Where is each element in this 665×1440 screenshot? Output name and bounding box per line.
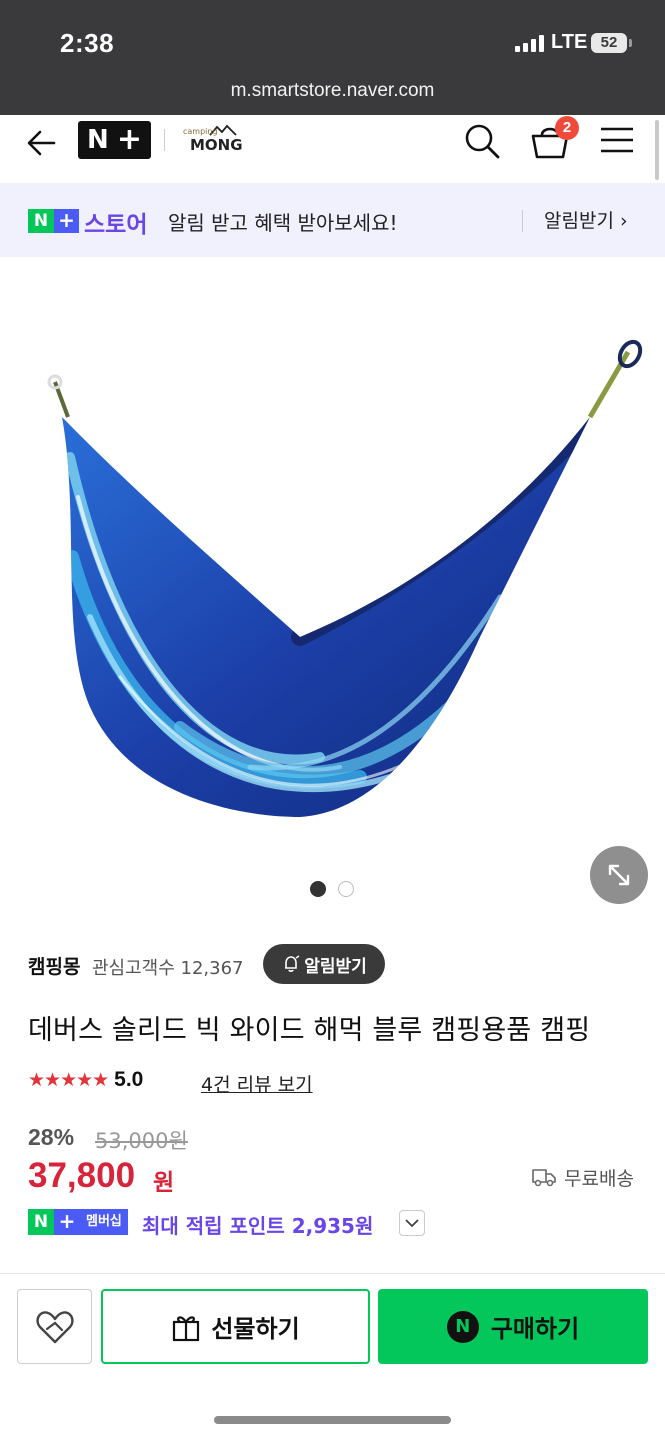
naver-pay-icon: N <box>446 1310 479 1343</box>
gallery-pagination <box>310 881 354 897</box>
battery-icon: 52 <box>591 33 627 53</box>
search-icon[interactable] <box>462 121 502 161</box>
sale-price: 37,800 <box>28 1156 136 1195</box>
gift-button-label: 선물하기 <box>211 1315 300 1343</box>
membership-badge: N + 멤버십 <box>28 1209 128 1235</box>
top-nav: N + camping MONG 2 <box>0 115 665 183</box>
rating-score: 5.0 <box>114 1068 144 1091</box>
reviews-link[interactable]: 4건 리뷰 보기 <box>201 1070 313 1097</box>
hammock-product-image <box>47 339 643 817</box>
scrollbar[interactable] <box>655 120 659 180</box>
bell-icon <box>285 955 300 972</box>
seller-name[interactable]: 캠핑몽 <box>28 952 80 979</box>
network-type: LTE <box>551 31 588 53</box>
member-badge-n: N <box>28 1209 54 1235</box>
promo-message: 알림 받고 혜택 받아보세요! <box>168 211 398 235</box>
heart-icon <box>35 1310 74 1343</box>
promo-brand: 스토어 <box>84 212 148 238</box>
badge-n: N <box>28 209 54 233</box>
wishlist-button[interactable] <box>17 1289 92 1364</box>
buy-button-label: 구매하기 <box>490 1315 580 1343</box>
gallery-dot-active[interactable] <box>310 881 326 897</box>
logo-plus: + <box>116 122 142 157</box>
store-alert-banner[interactable]: N + 스토어 알림 받고 혜택 받아보세요! 알림받기 › <box>0 183 665 257</box>
badge-plus: + <box>54 209 79 233</box>
original-price: 53,000원 <box>95 1129 188 1153</box>
status-time: 2:38 <box>60 28 115 58</box>
cart-count-badge: 2 <box>555 116 579 140</box>
buy-button[interactable]: N 구매하기 <box>378 1289 648 1364</box>
member-badge-label: 멤버십 <box>80 1209 128 1235</box>
product-image-gallery[interactable] <box>0 257 665 917</box>
follower-count: 관심고객수 12,367 <box>92 958 244 979</box>
gift-icon <box>173 1315 200 1341</box>
battery-tip <box>629 39 632 47</box>
menu-icon[interactable] <box>599 125 635 155</box>
logo-main-text: MONG <box>190 136 243 154</box>
back-arrow-icon[interactable] <box>24 125 60 161</box>
logo-small-text: camping <box>183 127 218 136</box>
rating-stars-icon: ★★★★★ <box>28 1069 109 1091</box>
naver-plus-badge: N + <box>28 209 79 233</box>
logo-divider <box>164 129 165 151</box>
discount-rate: 28% <box>28 1124 75 1150</box>
status-bar: 2:38 LTE 52 m.smartstore.naver.com <box>0 0 665 115</box>
address-bar[interactable]: m.smartstore.naver.com <box>0 80 665 102</box>
truck-icon <box>532 1169 556 1187</box>
camping-mong-logo[interactable]: camping MONG <box>180 123 246 157</box>
gallery-dot[interactable] <box>338 881 354 897</box>
logo-letter: N <box>87 125 109 155</box>
points-expand-button[interactable] <box>399 1210 425 1236</box>
signal-icon <box>515 34 544 52</box>
member-badge-plus: + <box>54 1209 80 1235</box>
max-points: 최대 적립 포인트 2,935원 <box>142 1214 374 1238</box>
rating-row: ★★★★★ 5.0 <box>28 1068 143 1092</box>
promo-alert-link[interactable]: 알림받기 › <box>544 206 628 233</box>
price-currency: 원 <box>153 1170 175 1196</box>
alert-button-label: 알림받기 <box>304 956 367 977</box>
chevron-down-icon <box>405 1219 419 1228</box>
seller-alert-button[interactable]: 알림받기 <box>263 944 385 984</box>
expand-icon <box>608 864 630 886</box>
expand-image-button[interactable] <box>590 846 648 904</box>
product-title: 데버스 솔리드 빅 와이드 해먹 블루 캠핑용품 캠핑 <box>28 1015 591 1046</box>
naver-plus-logo[interactable]: N + <box>78 121 151 159</box>
gift-button[interactable]: 선물하기 <box>101 1289 370 1364</box>
promo-divider <box>522 210 523 232</box>
shipping-info: 무료배송 <box>564 1168 634 1190</box>
home-indicator[interactable] <box>214 1416 451 1424</box>
